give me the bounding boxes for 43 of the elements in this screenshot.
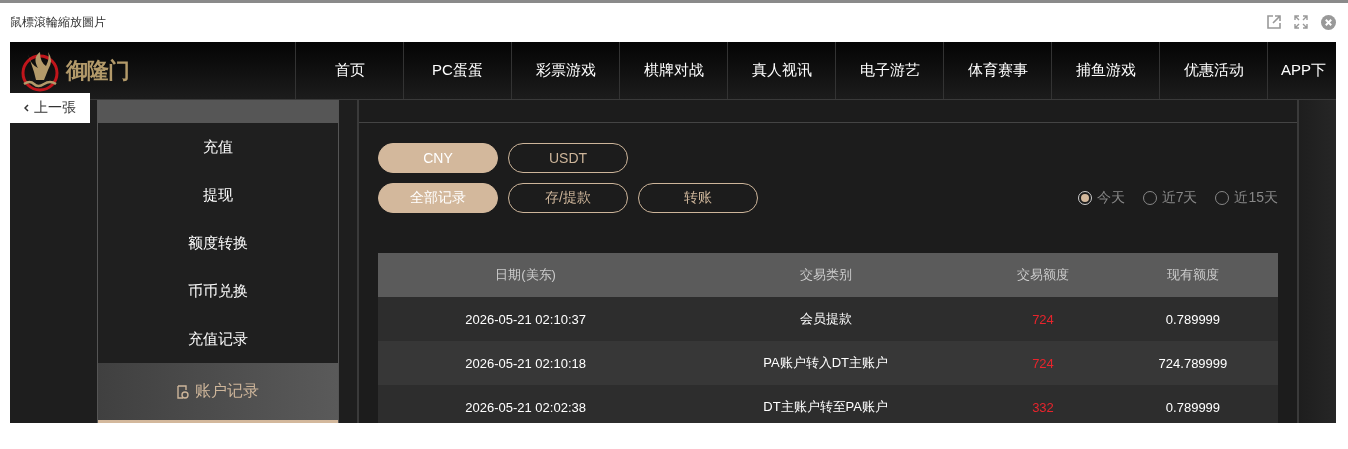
table-cell: 724 <box>978 297 1108 341</box>
nav-item[interactable]: 真人视讯 <box>727 42 835 99</box>
previous-button[interactable]: 上一張 <box>10 93 90 123</box>
table-cell: 2026-05-21 02:10:18 <box>378 341 674 385</box>
nav-item[interactable]: 体育赛事 <box>943 42 1051 99</box>
logo-text: 御隆门 <box>66 56 129 85</box>
nav-item[interactable]: 优惠活动 <box>1159 42 1267 99</box>
column-header: 日期(美东) <box>378 253 674 297</box>
radio-label: 近15天 <box>1234 189 1278 207</box>
open-external-icon[interactable] <box>1267 15 1281 29</box>
sidebar-item[interactable]: 账户记录 <box>98 363 338 420</box>
column-header: 现有额度 <box>1107 253 1278 297</box>
nav-item[interactable]: APP下 <box>1267 42 1336 99</box>
table-cell: DT主账户转至PA账户 <box>673 385 979 423</box>
nav-item[interactable]: 彩票游戏 <box>511 42 619 99</box>
table-cell: 会员提款 <box>673 297 979 341</box>
table-cell: 724 <box>978 341 1108 385</box>
table-cell: 2026-05-21 02:10:37 <box>378 297 674 341</box>
chevron-left-icon <box>24 104 29 112</box>
table-cell: 724.789999 <box>1107 341 1278 385</box>
table-cell: 332 <box>978 385 1108 423</box>
sidebar-item[interactable]: 币币兑换 <box>98 267 338 315</box>
window-title: 鼠標滾輪縮放圖片 <box>10 14 107 31</box>
document-icon <box>177 384 189 399</box>
table-cell: 0.789999 <box>1107 385 1278 423</box>
column-header: 交易额度 <box>978 253 1108 297</box>
sidebar-item[interactable]: 额度转换 <box>98 219 338 267</box>
radio-label: 今天 <box>1096 189 1125 207</box>
sidebar-item[interactable]: 充值记录 <box>98 315 338 363</box>
close-icon[interactable] <box>1321 15 1336 30</box>
nav-item[interactable]: 棋牌对战 <box>619 42 727 99</box>
fullscreen-icon[interactable] <box>1294 15 1308 29</box>
table-cell: 2026-05-21 02:02:38 <box>378 385 674 423</box>
nav-item[interactable]: 首页 <box>295 42 403 99</box>
nav-item[interactable]: PC蛋蛋 <box>403 42 511 99</box>
table-cell: 0.789999 <box>1107 297 1278 341</box>
sidebar-item[interactable]: 提现 <box>98 171 338 219</box>
radio-label: 近7天 <box>1161 189 1198 207</box>
nav-item[interactable]: 捕鱼游戏 <box>1051 42 1159 99</box>
sidebar-item[interactable]: 充值 <box>98 123 338 171</box>
table-cell: PA账户转入DT主账户 <box>673 341 979 385</box>
column-header: 交易类别 <box>673 253 979 297</box>
nav-item[interactable]: 电子游艺 <box>835 42 943 99</box>
